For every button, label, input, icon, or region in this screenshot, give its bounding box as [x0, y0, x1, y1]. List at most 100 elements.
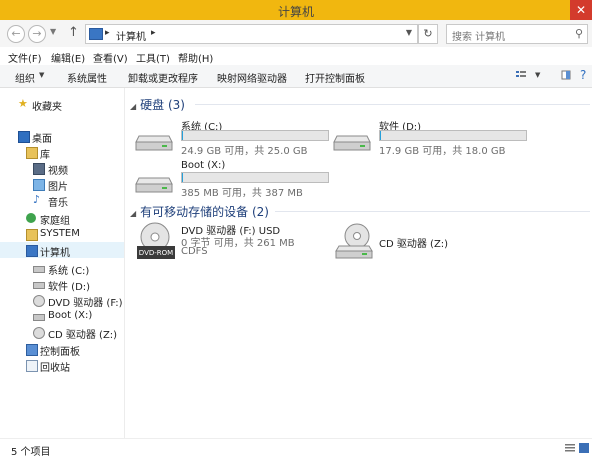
control-panel-icon: [26, 344, 38, 356]
nav-item-video[interactable]: 视频: [0, 160, 124, 177]
drive-tile-x[interactable]: Boot (X:) 385 MB 可用，共 387 MB: [135, 160, 335, 200]
preview-pane-icon[interactable]: [561, 70, 571, 80]
nav-item-label: 音乐: [48, 198, 68, 209]
breadcrumb-separator[interactable]: ▸: [105, 28, 110, 38]
nav-item-favorites[interactable]: ★ 收藏夹: [0, 96, 124, 113]
chevron-down-icon[interactable]: ◢: [130, 209, 136, 218]
drive-usage-fill: [380, 131, 382, 140]
large-icons-view-icon[interactable]: [579, 443, 589, 453]
drive-usage-bar: [181, 172, 329, 183]
library-icon: [26, 147, 38, 159]
uninstall-program-button[interactable]: 卸载或更改程序: [128, 70, 198, 85]
menu-file[interactable]: 文件(F): [8, 50, 42, 65]
video-icon: [33, 163, 45, 175]
menu-edit[interactable]: 编辑(E): [51, 50, 85, 65]
help-icon[interactable]: ?: [580, 68, 586, 82]
nav-item-label: 桌面: [32, 134, 52, 145]
nav-item-drive-d[interactable]: 软件 (D:): [0, 276, 124, 293]
search-input[interactable]: 搜索 计算机 ⚲: [446, 24, 588, 44]
nav-item-homegroup[interactable]: 家庭组: [0, 210, 124, 227]
computer-icon: [26, 245, 38, 257]
nav-item-recycle-bin[interactable]: 回收站: [0, 357, 124, 374]
nav-item-library[interactable]: 库: [0, 144, 124, 161]
group-divider: [275, 211, 590, 212]
drive-usage-fill: [182, 131, 184, 140]
nav-item-drive-z[interactable]: CD 驱动器 (Z:): [0, 324, 124, 341]
title-bar: 计算机 ✕: [0, 0, 592, 20]
dvd-icon: [33, 295, 45, 307]
organize-button[interactable]: 组织: [15, 70, 35, 85]
drive-name: Boot (X:): [181, 160, 226, 171]
nav-item-desktop[interactable]: 桌面: [0, 128, 124, 145]
menu-bar: 文件(F) 编辑(E) 查看(V) 工具(T) 帮助(H): [0, 47, 592, 65]
item-count: 5 个项目: [11, 447, 51, 458]
view-options-icon[interactable]: [516, 70, 526, 80]
chevron-down-icon[interactable]: ▼: [535, 71, 540, 79]
drive-tile-d[interactable]: 软件 (D:) 17.9 GB 可用，共 18.0 GB: [333, 118, 533, 158]
nav-item-drive-x[interactable]: Boot (X:): [0, 308, 124, 324]
content-pane: ◢ 硬盘 (3) 系统 (C:) 24.9 GB 可用，共 25.0 GB 软件 …: [125, 88, 592, 438]
system-properties-button[interactable]: 系统属性: [67, 70, 107, 85]
group-title: 硬盘 (3): [140, 98, 185, 112]
address-dropdown-icon[interactable]: ▼: [406, 28, 412, 37]
up-button[interactable]: ↑: [68, 25, 79, 40]
menu-view[interactable]: 查看(V): [93, 50, 128, 65]
drive-usage-bar: [181, 130, 329, 141]
hard-drive-icon: [333, 135, 371, 151]
nav-item-drive-f[interactable]: DVD 驱动器 (F:) U: [0, 292, 125, 309]
navigation-pane: ★ 收藏夹 桌面 库 视频 图片 ♪ 音乐 家庭组 SYSTEM 计算机 系统 …: [0, 88, 125, 438]
chevron-down-icon[interactable]: ◢: [130, 102, 136, 111]
hard-drive-icon: [135, 135, 173, 151]
menu-help[interactable]: 帮助(H): [178, 50, 213, 65]
address-bar[interactable]: ▸ 计算机 ▸ ▼: [85, 24, 418, 44]
group-header-hard-drives[interactable]: ◢ 硬盘 (3): [130, 96, 185, 113]
hard-drive-icon: [33, 266, 45, 273]
details-view-icon[interactable]: [565, 443, 575, 453]
chevron-down-icon[interactable]: ▼: [39, 71, 44, 79]
group-header-removable[interactable]: ◢ 有可移动存储的设备 (2): [130, 203, 269, 220]
nav-item-pictures[interactable]: 图片: [0, 176, 124, 193]
nav-item-music[interactable]: ♪ 音乐: [0, 192, 124, 209]
breadcrumb-separator[interactable]: ▸: [151, 28, 156, 38]
drive-usage-bar: [379, 130, 527, 141]
nav-item-drive-c[interactable]: 系统 (C:): [0, 260, 124, 277]
drive-tile-c[interactable]: 系统 (C:) 24.9 GB 可用，共 25.0 GB: [135, 118, 335, 158]
nav-item-label: Boot (X:): [48, 310, 93, 321]
cd-icon: [33, 327, 45, 339]
cd-drive-icon: [335, 223, 373, 259]
star-icon: ★: [18, 97, 28, 110]
desktop-icon: [18, 131, 30, 143]
refresh-button[interactable]: ↻: [418, 24, 438, 44]
nav-item-label: CD 驱动器 (Z:): [48, 330, 118, 341]
drive-space: 24.9 GB 可用，共 25.0 GB: [181, 146, 308, 157]
forward-button[interactable]: →: [28, 25, 46, 43]
nav-item-label: 收藏夹: [32, 102, 62, 113]
breadcrumb-computer[interactable]: 计算机: [116, 28, 146, 43]
nav-item-label: DVD 驱动器 (F:) U: [48, 298, 125, 309]
address-toolbar: ← → ▼ ↑ ▸ 计算机 ▸ ▼ ↻ 搜索 计算机 ⚲: [0, 20, 592, 47]
back-button[interactable]: ←: [7, 25, 25, 43]
drive-tile-f[interactable]: DVD-ROM DVD 驱动器 (F:) USD 0 字节 可用，共 261 M…: [135, 222, 335, 266]
open-control-panel-button[interactable]: 打开控制面板: [305, 70, 365, 85]
drive-space: 385 MB 可用，共 387 MB: [181, 188, 303, 199]
user-folder-icon: [26, 229, 38, 241]
map-network-drive-button[interactable]: 映射网络驱动器: [217, 70, 287, 85]
nav-item-control-panel[interactable]: 控制面板: [0, 341, 124, 358]
nav-item-system[interactable]: SYSTEM: [0, 226, 124, 242]
nav-item-label: 视频: [48, 166, 68, 177]
nav-item-computer[interactable]: 计算机: [0, 242, 124, 259]
close-button[interactable]: ✕: [570, 0, 592, 20]
menu-tools[interactable]: 工具(T): [136, 50, 170, 65]
nav-item-label: 系统 (C:): [48, 266, 90, 277]
dvd-drive-icon: DVD-ROM: [137, 222, 175, 259]
nav-item-label: 软件 (D:): [48, 282, 91, 293]
search-placeholder: 搜索 计算机: [452, 32, 506, 43]
recent-locations-dropdown[interactable]: ▼: [50, 27, 56, 36]
nav-item-label: 计算机: [40, 248, 70, 259]
nav-item-label: 回收站: [40, 363, 70, 374]
drive-name: CD 驱动器 (Z:): [379, 239, 449, 250]
drive-tile-z[interactable]: CD 驱动器 (Z:): [333, 222, 533, 266]
dvd-rom-label: DVD-ROM: [139, 249, 173, 257]
hard-drive-icon: [33, 314, 45, 321]
search-icon[interactable]: ⚲: [575, 27, 583, 40]
